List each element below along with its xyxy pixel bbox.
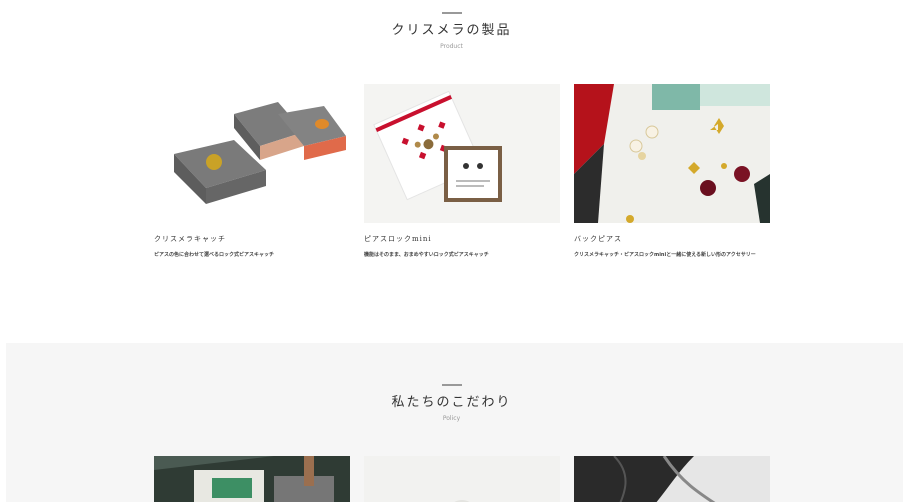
policy-card[interactable] xyxy=(574,456,770,502)
policy-card[interactable] xyxy=(364,456,560,502)
policy-section-header: 私たちのこだわり Policy xyxy=(0,384,903,423)
product-description: クリスメラキャッチ・ピアスロックminiと一緒に使える新しい形のアクセサリー xyxy=(574,252,756,258)
policy-section-subtitle: Policy xyxy=(442,415,461,422)
piercelock-box-photo xyxy=(364,84,560,223)
policy-card[interactable] xyxy=(154,456,350,502)
product-name[interactable]: ピアスロックmini xyxy=(364,234,560,244)
product-section-subtitle: Product xyxy=(440,43,463,50)
policy-image-workshop[interactable] xyxy=(154,456,350,502)
title-dash xyxy=(441,12,462,14)
product-description: ピアスの色に合わせて選べるロック式ピアスキャッチ xyxy=(154,252,275,258)
policy-image-portrait[interactable] xyxy=(574,456,770,502)
workshop-photo xyxy=(154,456,350,502)
gift-boxes-photo xyxy=(154,84,350,223)
product-name[interactable]: バックピアス xyxy=(574,234,770,244)
product-name[interactable]: クリスメラキャッチ xyxy=(154,234,350,244)
policy-section-title: 私たちのこだわり xyxy=(391,395,512,410)
product-image-piercelock-mini[interactable] xyxy=(364,84,560,223)
product-closeup-photo xyxy=(364,456,560,502)
product-description: 機能はそのまま、おまめやすいロック式ピアスキャッチ xyxy=(364,252,489,258)
product-card-piercelock-mini[interactable]: ピアスロックmini 機能はそのまま、おまめやすいロック式ピアスキャッチ xyxy=(364,84,560,259)
title-dash xyxy=(441,384,462,386)
product-image-chrismera-catch[interactable] xyxy=(154,84,350,223)
portrait-photo xyxy=(574,456,770,502)
policy-list xyxy=(154,456,770,502)
product-section-title: クリスメラの製品 xyxy=(391,23,512,38)
product-card-chrismera-catch[interactable]: クリスメラキャッチ ピアスの色に合わせて選べるロック式ピアスキャッチ xyxy=(154,84,350,259)
product-image-back-pierce[interactable] xyxy=(574,84,770,223)
product-section-header: クリスメラの製品 Product xyxy=(0,12,903,51)
page: クリスメラの製品 Product クリスメラキャッチ ピアスの色に合わせて選べる… xyxy=(0,0,903,502)
product-card-back-pierce[interactable]: バックピアス クリスメラキャッチ・ピアスロックminiと一緒に使える新しい形のア… xyxy=(574,84,770,259)
policy-image-product[interactable] xyxy=(364,456,560,502)
product-list: クリスメラキャッチ ピアスの色に合わせて選べるロック式ピアスキャッチ ピアスロッ… xyxy=(154,84,770,259)
back-pierce-earrings-photo xyxy=(574,84,770,223)
